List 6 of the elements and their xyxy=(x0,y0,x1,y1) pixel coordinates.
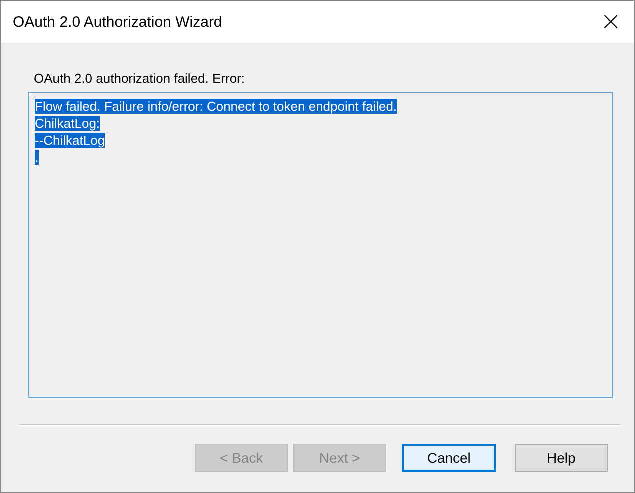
wizard-button[interactable]: Cancel xyxy=(402,444,496,472)
window-title: OAuth 2.0 Authorization Wizard xyxy=(13,14,222,30)
wizard-button[interactable]: Help xyxy=(514,444,608,472)
error-log-field[interactable]: Flow failed. Failure info/error: Connect to token endpoint failed. ChilkatLog: --ChilkatLog . xyxy=(28,92,613,398)
close-button[interactable]: × xyxy=(588,1,634,43)
error-message: OAuth 2.0 authorization failed. Error: xyxy=(34,71,246,86)
